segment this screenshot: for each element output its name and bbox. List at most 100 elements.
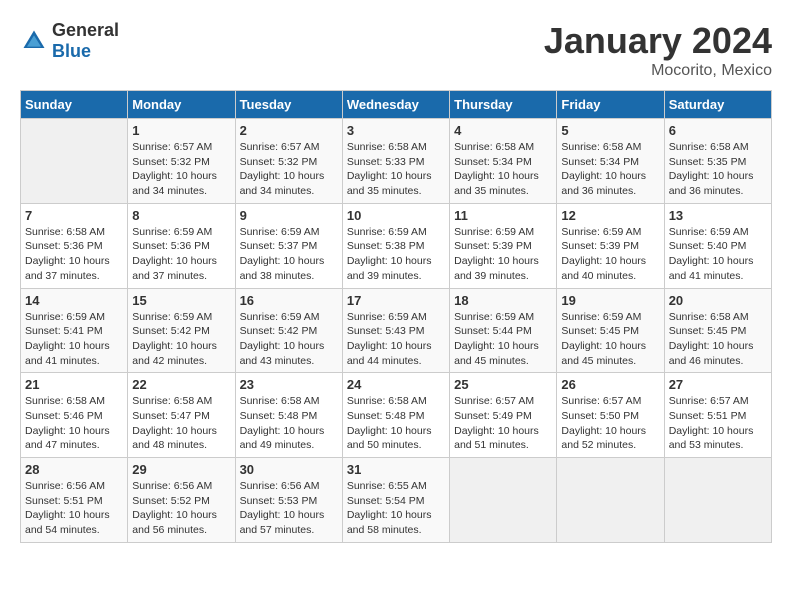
calendar-cell (21, 119, 128, 204)
day-info: Sunrise: 6:57 AM Sunset: 5:50 PM Dayligh… (561, 394, 659, 453)
day-info: Sunrise: 6:57 AM Sunset: 5:51 PM Dayligh… (669, 394, 767, 453)
day-of-week-thursday: Thursday (450, 91, 557, 119)
calendar-cell: 2 Sunrise: 6:57 AM Sunset: 5:32 PM Daylig… (235, 119, 342, 204)
day-number: 28 (25, 462, 123, 477)
calendar-cell (664, 458, 771, 543)
day-info: Sunrise: 6:59 AM Sunset: 5:43 PM Dayligh… (347, 310, 445, 369)
day-number: 3 (347, 123, 445, 138)
day-info: Sunrise: 6:59 AM Sunset: 5:41 PM Dayligh… (25, 310, 123, 369)
day-number: 7 (25, 208, 123, 223)
calendar-cell: 4Sunrise: 6:58 AM Sunset: 5:34 PM Daylig… (450, 119, 557, 204)
day-number: 19 (561, 293, 659, 308)
day-info: Sunrise: 6:59 AM Sunset: 5:38 PM Dayligh… (347, 225, 445, 284)
day-number: 14 (25, 293, 123, 308)
day-number: 13 (669, 208, 767, 223)
day-of-week-monday: Monday (128, 91, 235, 119)
day-info: Sunrise: 6:58 AM Sunset: 5:47 PM Dayligh… (132, 394, 230, 453)
day-number: 31 (347, 462, 445, 477)
day-info: Sunrise: 6:59 AM Sunset: 5:44 PM Dayligh… (454, 310, 552, 369)
calendar-cell: 26Sunrise: 6:57 AM Sunset: 5:50 PM Dayli… (557, 373, 664, 458)
calendar-cell: 8 Sunrise: 6:59 AM Sunset: 5:36 PM Daylig… (128, 203, 235, 288)
day-number: 16 (240, 293, 338, 308)
calendar-cell: 27 Sunrise: 6:57 AM Sunset: 5:51 PM Dayli… (664, 373, 771, 458)
calendar-table: SundayMondayTuesdayWednesdayThursdayFrid… (20, 90, 772, 543)
day-info: Sunrise: 6:58 AM Sunset: 5:46 PM Dayligh… (25, 394, 123, 453)
day-info: Sunrise: 6:58 AM Sunset: 5:34 PM Dayligh… (561, 140, 659, 199)
day-info: Sunrise: 6:59 AM Sunset: 5:42 PM Dayligh… (132, 310, 230, 369)
calendar-cell: 5 Sunrise: 6:58 AM Sunset: 5:34 PM Daylig… (557, 119, 664, 204)
calendar-cell: 6 Sunrise: 6:58 AM Sunset: 5:35 PM Daylig… (664, 119, 771, 204)
day-number: 10 (347, 208, 445, 223)
day-info: Sunrise: 6:58 AM Sunset: 5:33 PM Dayligh… (347, 140, 445, 199)
day-number: 21 (25, 377, 123, 392)
calendar-cell: 12 Sunrise: 6:59 AM Sunset: 5:39 PM Dayli… (557, 203, 664, 288)
day-info: Sunrise: 6:58 AM Sunset: 5:45 PM Dayligh… (669, 310, 767, 369)
day-number: 9 (240, 208, 338, 223)
calendar-cell: 1Sunrise: 6:57 AM Sunset: 5:32 PM Daylig… (128, 119, 235, 204)
calendar-cell: 31 Sunrise: 6:55 AM Sunset: 5:54 PM Dayli… (342, 458, 449, 543)
calendar-cell: 13 Sunrise: 6:59 AM Sunset: 5:40 PM Dayli… (664, 203, 771, 288)
calendar-week-4: 28 Sunrise: 6:56 AM Sunset: 5:51 PM Dayli… (21, 458, 772, 543)
calendar-cell: 28 Sunrise: 6:56 AM Sunset: 5:51 PM Dayli… (21, 458, 128, 543)
title-block: January 2024 Mocorito, Mexico (544, 20, 772, 80)
calendar-header: SundayMondayTuesdayWednesdayThursdayFrid… (21, 91, 772, 119)
day-info: Sunrise: 6:59 AM Sunset: 5:37 PM Dayligh… (240, 225, 338, 284)
calendar-week-3: 21 Sunrise: 6:58 AM Sunset: 5:46 PM Dayli… (21, 373, 772, 458)
day-number: 25 (454, 377, 552, 392)
day-info: Sunrise: 6:56 AM Sunset: 5:53 PM Dayligh… (240, 479, 338, 538)
page-header: General Blue January 2024 Mocorito, Mexi… (20, 20, 772, 80)
calendar-cell: 29 Sunrise: 6:56 AM Sunset: 5:52 PM Dayli… (128, 458, 235, 543)
day-of-week-sunday: Sunday (21, 91, 128, 119)
calendar-cell: 17 Sunrise: 6:59 AM Sunset: 5:43 PM Dayli… (342, 288, 449, 373)
location-title: Mocorito, Mexico (544, 62, 772, 80)
day-info: Sunrise: 6:58 AM Sunset: 5:48 PM Dayligh… (347, 394, 445, 453)
day-number: 29 (132, 462, 230, 477)
day-info: Sunrise: 6:58 AM Sunset: 5:34 PM Dayligh… (454, 140, 552, 199)
day-of-week-tuesday: Tuesday (235, 91, 342, 119)
day-number: 8 (132, 208, 230, 223)
day-info: Sunrise: 6:55 AM Sunset: 5:54 PM Dayligh… (347, 479, 445, 538)
day-number: 22 (132, 377, 230, 392)
day-number: 18 (454, 293, 552, 308)
day-of-week-saturday: Saturday (664, 91, 771, 119)
day-info: Sunrise: 6:59 AM Sunset: 5:42 PM Dayligh… (240, 310, 338, 369)
day-info: Sunrise: 6:56 AM Sunset: 5:51 PM Dayligh… (25, 479, 123, 538)
calendar-cell: 18 Sunrise: 6:59 AM Sunset: 5:44 PM Dayli… (450, 288, 557, 373)
day-number: 2 (240, 123, 338, 138)
logo-text-general: General (52, 20, 119, 40)
day-info: Sunrise: 6:59 AM Sunset: 5:39 PM Dayligh… (561, 225, 659, 284)
calendar-cell: 23Sunrise: 6:58 AM Sunset: 5:48 PM Dayli… (235, 373, 342, 458)
calendar-cell: 14 Sunrise: 6:59 AM Sunset: 5:41 PM Dayli… (21, 288, 128, 373)
calendar-cell: 7Sunrise: 6:58 AM Sunset: 5:36 PM Daylig… (21, 203, 128, 288)
day-number: 1 (132, 123, 230, 138)
day-number: 11 (454, 208, 552, 223)
calendar-week-1: 7Sunrise: 6:58 AM Sunset: 5:36 PM Daylig… (21, 203, 772, 288)
day-number: 6 (669, 123, 767, 138)
calendar-cell: 11Sunrise: 6:59 AM Sunset: 5:39 PM Dayli… (450, 203, 557, 288)
calendar-cell: 21 Sunrise: 6:58 AM Sunset: 5:46 PM Dayli… (21, 373, 128, 458)
calendar-cell (557, 458, 664, 543)
calendar-cell: 24 Sunrise: 6:58 AM Sunset: 5:48 PM Dayli… (342, 373, 449, 458)
calendar-week-2: 14 Sunrise: 6:59 AM Sunset: 5:41 PM Dayli… (21, 288, 772, 373)
day-info: Sunrise: 6:59 AM Sunset: 5:45 PM Dayligh… (561, 310, 659, 369)
calendar-cell: 22 Sunrise: 6:58 AM Sunset: 5:47 PM Dayli… (128, 373, 235, 458)
logo-icon (20, 27, 48, 55)
day-info: Sunrise: 6:59 AM Sunset: 5:40 PM Dayligh… (669, 225, 767, 284)
day-info: Sunrise: 6:58 AM Sunset: 5:35 PM Dayligh… (669, 140, 767, 199)
day-number: 15 (132, 293, 230, 308)
day-info: Sunrise: 6:57 AM Sunset: 5:32 PM Dayligh… (240, 140, 338, 199)
month-title: January 2024 (544, 20, 772, 62)
calendar-cell: 3 Sunrise: 6:58 AM Sunset: 5:33 PM Daylig… (342, 119, 449, 204)
day-info: Sunrise: 6:56 AM Sunset: 5:52 PM Dayligh… (132, 479, 230, 538)
calendar-body: 1 Sunrise: 6:57 AM Sunset: 5:32 PM Daylig… (21, 119, 772, 543)
day-number: 5 (561, 123, 659, 138)
day-number: 17 (347, 293, 445, 308)
day-number: 27 (669, 377, 767, 392)
calendar-cell: 30Sunrise: 6:56 AM Sunset: 5:53 PM Dayli… (235, 458, 342, 543)
logo: General Blue (20, 20, 119, 62)
logo-text-blue: Blue (52, 41, 91, 61)
day-of-week-friday: Friday (557, 91, 664, 119)
day-info: Sunrise: 6:59 AM Sunset: 5:36 PM Dayligh… (132, 225, 230, 284)
day-number: 12 (561, 208, 659, 223)
day-number: 24 (347, 377, 445, 392)
